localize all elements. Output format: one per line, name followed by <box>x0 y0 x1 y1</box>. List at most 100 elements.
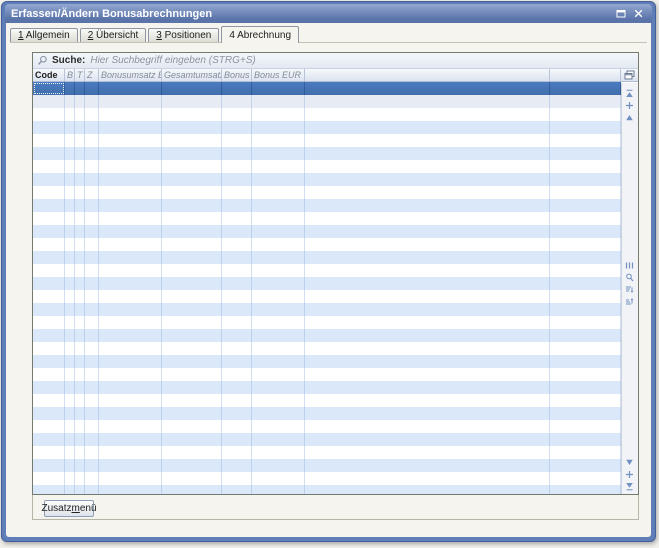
table-cell[interactable] <box>252 251 305 264</box>
table-cell[interactable] <box>550 420 621 433</box>
table-cell[interactable] <box>252 199 305 212</box>
table-cell[interactable] <box>85 303 99 316</box>
table-cell[interactable] <box>65 121 75 134</box>
table-cell[interactable] <box>75 381 85 394</box>
table-cell[interactable] <box>75 225 85 238</box>
table-cell[interactable] <box>85 368 99 381</box>
table-cell[interactable] <box>305 251 550 264</box>
table-cell[interactable] <box>99 342 162 355</box>
table-cell[interactable] <box>252 355 305 368</box>
table-cell[interactable] <box>99 95 162 108</box>
table-cell[interactable] <box>99 199 162 212</box>
table-cell[interactable] <box>305 212 550 225</box>
table-cell[interactable] <box>252 225 305 238</box>
table-row[interactable] <box>33 186 621 199</box>
table-cell[interactable] <box>99 459 162 472</box>
table-cell[interactable] <box>85 459 99 472</box>
table-cell[interactable] <box>222 121 252 134</box>
table-cell[interactable] <box>252 394 305 407</box>
table-cell[interactable] <box>252 446 305 459</box>
table-cell[interactable] <box>305 147 550 160</box>
table-row[interactable] <box>33 134 621 147</box>
table-cell[interactable] <box>305 199 550 212</box>
table-cell[interactable] <box>162 82 222 95</box>
table-cell[interactable] <box>162 225 222 238</box>
table-cell[interactable] <box>75 485 85 494</box>
column-header-code[interactable]: Code <box>33 69 65 81</box>
table-cell[interactable] <box>65 342 75 355</box>
table-cell[interactable] <box>305 368 550 381</box>
table-cell[interactable] <box>252 264 305 277</box>
table-cell[interactable] <box>65 134 75 147</box>
table-cell[interactable] <box>550 329 621 342</box>
table-cell[interactable] <box>75 329 85 342</box>
table-cell[interactable] <box>305 303 550 316</box>
table-cell[interactable] <box>252 238 305 251</box>
column-header-t[interactable]: T <box>75 69 85 81</box>
table-cell[interactable] <box>99 251 162 264</box>
table-cell[interactable] <box>85 186 99 199</box>
table-cell[interactable] <box>550 368 621 381</box>
table-cell[interactable] <box>33 433 65 446</box>
search-input[interactable]: Hier Suchbegriff eingeben (STRG+S) <box>90 55 255 66</box>
table-cell[interactable] <box>99 472 162 485</box>
table-cell[interactable] <box>99 290 162 303</box>
restore-button[interactable] <box>613 7 628 20</box>
table-cell[interactable] <box>162 160 222 173</box>
table-cell[interactable] <box>33 225 65 238</box>
table-cell[interactable] <box>85 355 99 368</box>
table-cell[interactable] <box>85 147 99 160</box>
table-cell[interactable] <box>252 277 305 290</box>
table-cell[interactable] <box>162 316 222 329</box>
table-cell[interactable] <box>65 381 75 394</box>
table-cell[interactable] <box>85 472 99 485</box>
table-cell[interactable] <box>75 199 85 212</box>
column-header-empty-1[interactable] <box>305 69 550 81</box>
table-cell[interactable] <box>252 82 305 95</box>
table-cell[interactable] <box>550 95 621 108</box>
table-cell[interactable] <box>252 95 305 108</box>
table-cell[interactable] <box>99 277 162 290</box>
table-cell[interactable] <box>162 446 222 459</box>
table-cell[interactable] <box>65 459 75 472</box>
table-cell[interactable] <box>162 290 222 303</box>
table-cell[interactable] <box>162 108 222 121</box>
table-cell[interactable] <box>33 199 65 212</box>
table-row[interactable] <box>33 199 621 212</box>
table-cell[interactable] <box>85 329 99 342</box>
table-cell[interactable] <box>162 329 222 342</box>
table-cell[interactable] <box>65 160 75 173</box>
table-cell[interactable] <box>222 277 252 290</box>
table-cell[interactable] <box>33 394 65 407</box>
table-cell[interactable] <box>65 472 75 485</box>
table-cell[interactable] <box>222 225 252 238</box>
table-cell[interactable] <box>252 147 305 160</box>
table-cell[interactable] <box>222 186 252 199</box>
table-cell[interactable] <box>222 82 252 95</box>
scroll-to-top-button[interactable] <box>622 87 637 99</box>
table-cell[interactable] <box>99 420 162 433</box>
table-cell[interactable] <box>222 407 252 420</box>
table-cell[interactable] <box>33 407 65 420</box>
tab-abrechnung[interactable]: 4 Abrechnung <box>221 26 299 43</box>
table-cell[interactable] <box>305 264 550 277</box>
table-cell[interactable] <box>550 277 621 290</box>
table-cell[interactable] <box>33 277 65 290</box>
table-cell[interactable] <box>252 342 305 355</box>
table-cell[interactable] <box>162 277 222 290</box>
table-cell[interactable] <box>33 472 65 485</box>
table-row[interactable] <box>33 420 621 433</box>
table-cell[interactable] <box>305 381 550 394</box>
table-cell[interactable] <box>162 95 222 108</box>
table-cell[interactable] <box>65 238 75 251</box>
table-cell[interactable] <box>85 381 99 394</box>
table-cell[interactable] <box>85 160 99 173</box>
table-row[interactable] <box>33 368 621 381</box>
table-row[interactable] <box>33 355 621 368</box>
table-cell[interactable] <box>75 147 85 160</box>
table-cell[interactable] <box>162 238 222 251</box>
table-cell[interactable] <box>65 173 75 186</box>
table-cell[interactable] <box>85 251 99 264</box>
table-cell[interactable] <box>75 95 85 108</box>
table-cell[interactable] <box>33 459 65 472</box>
